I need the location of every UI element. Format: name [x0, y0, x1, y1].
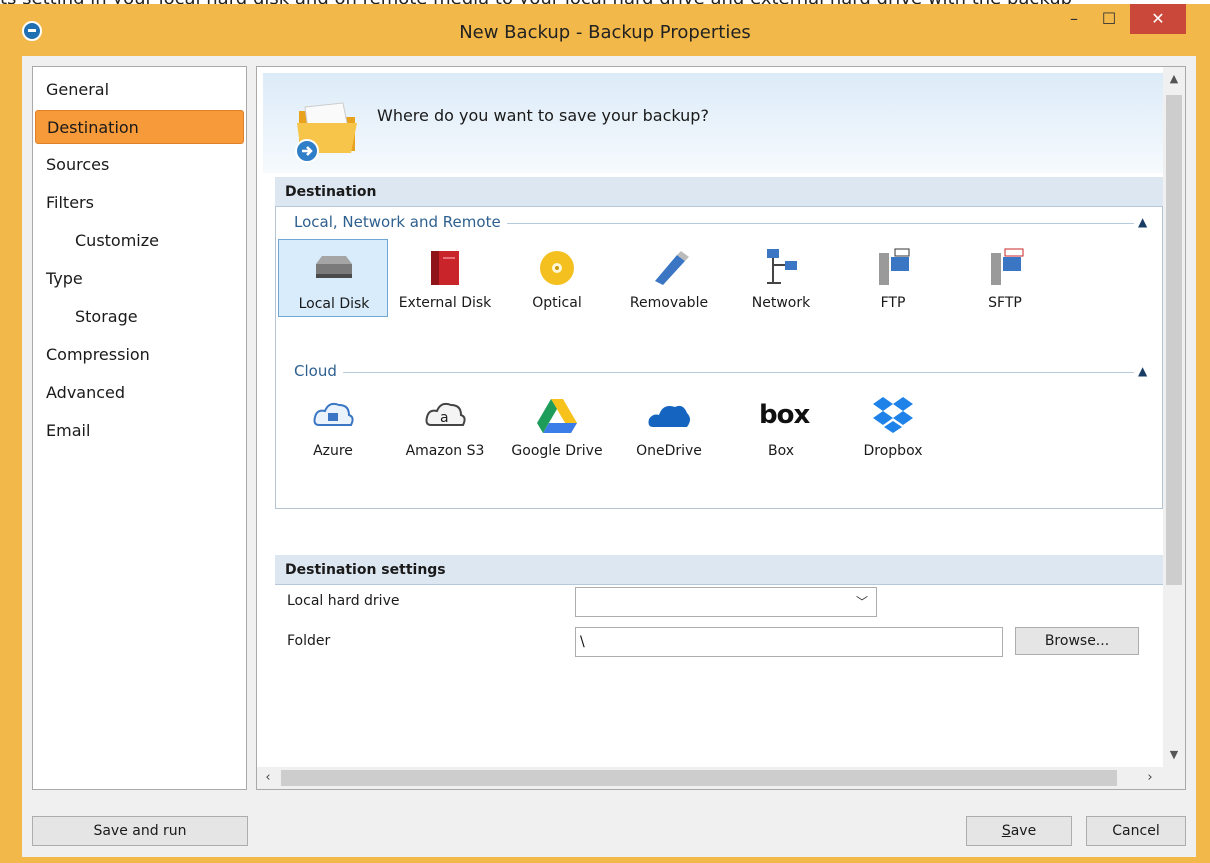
tile-label: Azure: [313, 443, 353, 459]
tile-label: Removable: [629, 295, 709, 311]
save-accelerator: S: [1001, 823, 1011, 839]
azure-cloud-icon: [313, 402, 354, 426]
horizontal-scrollbar[interactable]: ‹ ›: [257, 767, 1163, 789]
group-divider: [294, 372, 1134, 373]
dialog-body: General Destination Sources Filters Cust…: [22, 56, 1196, 857]
dest-sftp[interactable]: SFTP: [950, 239, 1060, 317]
dest-ftp[interactable]: FTP: [838, 239, 948, 317]
tile-label: SFTP: [988, 295, 1022, 311]
tile-label: Optical: [532, 295, 582, 311]
destination-panel: Where do you want to save your backup? D…: [256, 66, 1186, 790]
onedrive-icon: [648, 405, 690, 427]
dest-amazon-s3[interactable]: a Amazon S3: [390, 387, 500, 465]
folder-backup-icon: [295, 102, 357, 163]
tile-label: Local Disk: [298, 296, 370, 312]
usb-drive-icon: [655, 251, 689, 285]
dropbox-icon: [873, 397, 913, 433]
tile-label: Amazon S3: [405, 443, 485, 459]
folder-label: Folder: [287, 633, 331, 649]
external-disk-icon: [431, 251, 459, 285]
dest-removable[interactable]: Removable: [614, 239, 724, 317]
collapse-cloud-chevron-icon[interactable]: ▲: [1138, 364, 1147, 378]
svg-text:a: a: [440, 410, 449, 426]
dest-external-disk[interactable]: External Disk: [390, 239, 500, 317]
maximize-button[interactable]: ☐: [1094, 4, 1124, 34]
local-disk-icon: [316, 256, 352, 278]
scroll-down-icon[interactable]: ▼: [1163, 743, 1185, 767]
browse-button[interactable]: Browse...: [1015, 627, 1139, 655]
chevron-down-icon: ﹀: [855, 595, 868, 609]
nav-item-storage[interactable]: Storage: [35, 300, 244, 334]
dest-dropbox[interactable]: Dropbox: [838, 387, 948, 465]
window-title: New Backup - Backup Properties: [459, 22, 751, 43]
scroll-up-icon[interactable]: ▲: [1163, 67, 1185, 91]
amazon-s3-icon: a: [425, 402, 466, 426]
settings-nav: General Destination Sources Filters Cust…: [32, 66, 247, 790]
tile-label: FTP: [880, 295, 906, 311]
dialog-window: New Backup - Backup Properties – ☐ ✕ Gen…: [0, 4, 1210, 863]
box-logo-icon: box: [759, 400, 810, 430]
minimize-button[interactable]: –: [1059, 4, 1089, 34]
group-label-cloud: Cloud: [294, 362, 343, 380]
optical-disc-icon: [540, 251, 574, 285]
dest-local-disk[interactable]: Local Disk: [278, 239, 388, 317]
dest-onedrive[interactable]: OneDrive: [614, 387, 724, 465]
tile-label: Dropbox: [863, 443, 923, 459]
local-hard-drive-select[interactable]: ﹀: [575, 587, 877, 617]
nav-item-filters[interactable]: Filters: [35, 186, 244, 220]
tile-label: Box: [767, 443, 795, 459]
vertical-scrollbar[interactable]: ▲ ▼: [1163, 67, 1185, 767]
scroll-right-icon[interactable]: ›: [1139, 767, 1161, 789]
title-bar[interactable]: New Backup - Backup Properties – ☐ ✕: [0, 4, 1210, 56]
group-label-local: Local, Network and Remote: [294, 213, 507, 231]
nav-item-email[interactable]: Email: [35, 414, 244, 448]
network-icon: [767, 249, 797, 284]
nav-item-general[interactable]: General: [35, 73, 244, 107]
scroll-corner: [1163, 767, 1185, 789]
dest-box[interactable]: box Box: [726, 387, 836, 465]
nav-item-compression[interactable]: Compression: [35, 338, 244, 372]
header-question: Where do you want to save your backup?: [377, 106, 709, 125]
dest-optical[interactable]: Optical: [502, 239, 612, 317]
scroll-thumb[interactable]: [1166, 95, 1182, 585]
cancel-button[interactable]: Cancel: [1086, 816, 1186, 846]
ftp-server-icon: [879, 248, 910, 285]
page-header: Where do you want to save your backup?: [263, 73, 1163, 173]
tile-label: OneDrive: [636, 443, 702, 459]
sftp-server-icon: [991, 248, 1024, 285]
scroll-left-icon[interactable]: ‹: [257, 767, 279, 789]
nav-item-customize[interactable]: Customize: [35, 224, 244, 258]
close-button[interactable]: ✕: [1130, 4, 1186, 34]
dest-google-drive[interactable]: Google Drive: [502, 387, 612, 465]
nav-item-sources[interactable]: Sources: [35, 148, 244, 182]
dest-azure[interactable]: Azure: [278, 387, 388, 465]
tile-label: External Disk: [398, 295, 492, 311]
save-button[interactable]: Save: [966, 816, 1072, 846]
destination-settings-header: Destination settings: [275, 555, 1163, 585]
dest-network[interactable]: Network: [726, 239, 836, 317]
save-label-rest: ave: [1010, 823, 1037, 839]
scroll-thumb[interactable]: [281, 770, 1117, 786]
nav-item-advanced[interactable]: Advanced: [35, 376, 244, 410]
collapse-local-chevron-icon[interactable]: ▲: [1138, 215, 1147, 229]
google-drive-icon: [537, 399, 577, 433]
tile-label: Network: [751, 295, 811, 311]
save-and-run-button[interactable]: Save and run: [32, 816, 248, 846]
destination-picker: Local, Network and Remote ▲ Local Disk E…: [275, 207, 1163, 509]
folder-input[interactable]: \: [575, 627, 1003, 657]
tile-label: Google Drive: [511, 443, 603, 459]
nav-item-destination[interactable]: Destination: [35, 110, 244, 144]
destination-section-header: Destination: [275, 177, 1163, 207]
local-hard-drive-label: Local hard drive: [287, 593, 400, 609]
nav-item-type[interactable]: Type: [35, 262, 244, 296]
